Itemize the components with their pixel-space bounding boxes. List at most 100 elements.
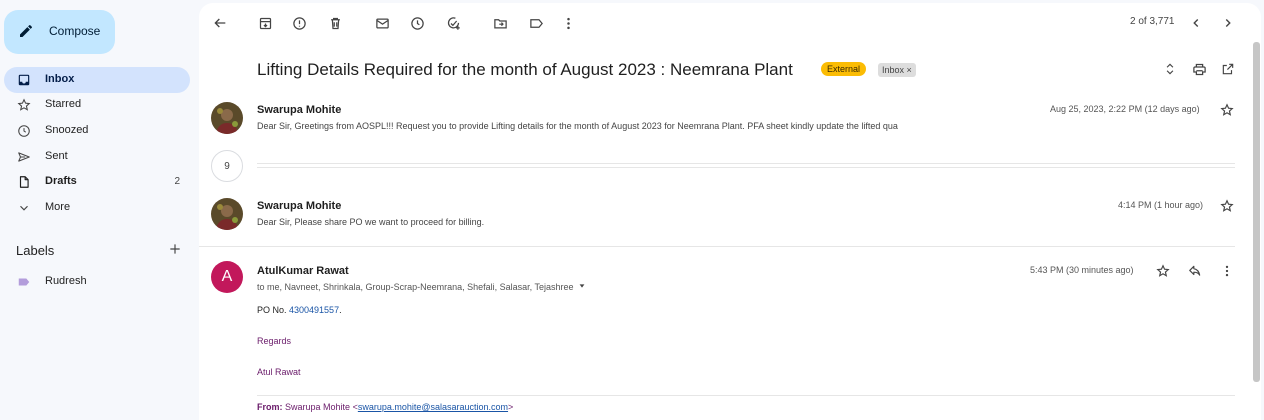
clock-icon <box>18 125 30 137</box>
draft-icon <box>19 176 29 188</box>
sidebar-item-inbox[interactable]: Inbox <box>4 67 190 93</box>
avatar[interactable]: A <box>211 261 243 293</box>
sender-name[interactable]: AtulKumar Rawat <box>257 265 349 277</box>
sidebar-item-label: Starred <box>45 98 82 110</box>
external-badge: External <box>821 62 867 76</box>
recipients-text: to me, Navneet, Shrinkala, Group-Scrap-N… <box>257 282 574 292</box>
labels-header: Labels <box>16 243 55 258</box>
clock-icon <box>410 16 424 30</box>
sidebar-label-rudresh[interactable]: Rudresh <box>4 269 190 295</box>
label-outline-icon <box>529 18 543 28</box>
print-icon <box>1192 63 1206 75</box>
more-vert-icon <box>1225 265 1229 277</box>
sidebar-item-label: Inbox <box>45 73 75 85</box>
divider <box>257 395 1235 396</box>
arrow-back-icon <box>214 18 226 28</box>
profile-photo-icon <box>211 102 243 134</box>
labels-button[interactable] <box>527 14 545 32</box>
message-time: Aug 25, 2023, 2:22 PM (12 days ago) <box>1050 104 1200 114</box>
sidebar-item-starred[interactable]: Starred <box>4 92 190 118</box>
message-snippet[interactable]: Dear Sir, Please share PO we want to pro… <box>257 217 484 227</box>
sidebar-item-drafts[interactable]: Drafts 2 <box>4 169 190 195</box>
message-more-button[interactable] <box>1218 262 1236 280</box>
add-task-icon <box>447 16 460 30</box>
inbox-icon <box>18 74 30 86</box>
message-time: 4:14 PM (1 hour ago) <box>1118 200 1204 210</box>
expand-all-button[interactable] <box>1161 60 1179 78</box>
add-task-button[interactable] <box>444 14 462 32</box>
trash-icon <box>330 17 340 29</box>
star-button[interactable] <box>1218 197 1236 215</box>
message-snippet[interactable]: Dear Sir, Greetings from AOSPL!!! Reques… <box>257 121 1017 131</box>
divider <box>257 163 1235 164</box>
regards-text: Regards <box>257 336 292 346</box>
add-label-button[interactable] <box>168 242 182 261</box>
sidebar-item-label: Drafts <box>45 175 77 187</box>
pencil-icon <box>20 24 33 37</box>
avatar[interactable] <box>211 198 243 230</box>
send-icon <box>18 152 30 162</box>
mark-unread-button[interactable] <box>373 14 391 32</box>
avatar[interactable] <box>211 102 243 134</box>
po-suffix: . <box>339 305 342 315</box>
reply-button[interactable] <box>1186 262 1204 280</box>
star-button[interactable] <box>1154 262 1172 280</box>
sidebar-item-sent[interactable]: Sent <box>4 144 190 170</box>
older-button[interactable] <box>1219 14 1237 32</box>
open-new-window-button[interactable] <box>1219 60 1237 78</box>
report-icon <box>292 16 306 30</box>
collapsed-messages-button[interactable]: 9 <box>211 150 243 182</box>
sidebar-item-snoozed[interactable]: Snoozed <box>4 118 190 144</box>
compose-button[interactable]: Compose <box>4 10 115 54</box>
report-spam-button[interactable] <box>290 14 308 32</box>
star-icon <box>1220 103 1234 116</box>
folder-move-icon <box>493 18 507 28</box>
delete-button[interactable] <box>326 14 344 32</box>
snooze-button[interactable] <box>408 14 426 32</box>
drafts-count: 2 <box>174 176 180 187</box>
more-vert-icon <box>566 17 570 29</box>
sender-name[interactable]: Swarupa Mohite <box>257 104 341 116</box>
sidebar-item-label: Snoozed <box>45 124 89 136</box>
star-icon <box>1156 264 1170 277</box>
from-name: Swarupa Mohite <box>285 402 351 412</box>
open-in-new-icon <box>1222 63 1234 75</box>
divider <box>199 246 1235 247</box>
newer-button[interactable] <box>1187 14 1205 32</box>
recipients-line[interactable]: to me, Navneet, Shrinkala, Group-Scrap-N… <box>257 282 586 292</box>
message-panel: 2 of 3,771 Lifting Details Required for … <box>199 3 1261 420</box>
po-line: PO No. 4300491557. <box>257 305 342 315</box>
star-button[interactable] <box>1218 101 1236 119</box>
from-email-link[interactable]: swarupa.mohite@salasarauction.com <box>358 402 508 412</box>
archive-button[interactable] <box>256 14 274 32</box>
sender-name[interactable]: Swarupa Mohite <box>257 200 341 212</box>
chevron-right-icon <box>1225 19 1231 27</box>
quoted-from-line: From: Swarupa Mohite <swarupa.mohite@sal… <box>257 402 514 412</box>
plus-icon <box>170 244 180 254</box>
more-options-button[interactable] <box>559 14 577 32</box>
chevron-down-icon <box>20 205 28 211</box>
inbox-label-text: Inbox <box>882 65 905 75</box>
message-time: 5:43 PM (30 minutes ago) <box>1030 265 1134 275</box>
mail-icon <box>375 18 389 28</box>
profile-photo-icon <box>211 198 243 230</box>
move-to-button[interactable] <box>491 14 509 32</box>
sidebar-item-label: More <box>45 201 71 213</box>
po-number-link[interactable]: 4300491557 <box>289 305 339 315</box>
sidebar: Compose Inbox Starred Snoozed Sent Draft… <box>0 0 198 420</box>
sidebar-item-more[interactable]: More <box>4 195 190 221</box>
caret-down-icon[interactable] <box>578 282 586 290</box>
pagination-text: 2 of 3,771 <box>1130 16 1175 27</box>
scrollbar-thumb[interactable] <box>1253 42 1260 382</box>
compose-label: Compose <box>49 24 101 38</box>
back-button[interactable] <box>211 14 229 32</box>
unfold-icon <box>1166 63 1174 75</box>
print-button[interactable] <box>1190 60 1208 78</box>
thread-subject: Lifting Details Required for the month o… <box>257 60 793 79</box>
star-icon <box>1220 199 1234 212</box>
signature-text: Atul Rawat <box>257 367 301 377</box>
remove-label-button[interactable]: × <box>907 65 912 75</box>
inbox-label-chip: Inbox × <box>878 63 916 77</box>
label-icon <box>18 278 30 286</box>
star-icon <box>17 98 31 111</box>
